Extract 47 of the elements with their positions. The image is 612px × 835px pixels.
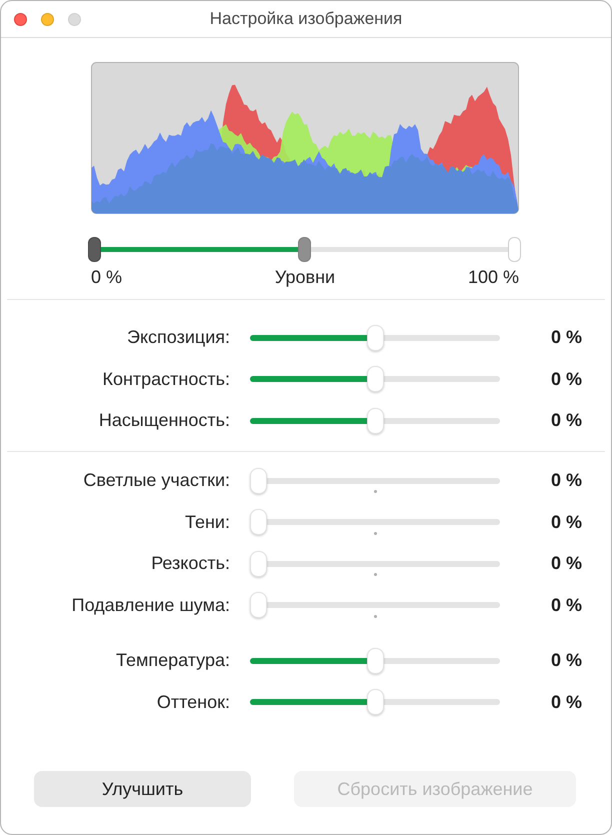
slider-label: Тени: <box>184 510 230 534</box>
slider-thumb[interactable] <box>250 468 267 494</box>
value-label: 0 % <box>550 368 582 391</box>
slider-label: Подавление шума: <box>70 594 230 617</box>
min-value-label: 0 % <box>91 267 122 287</box>
max-value-label: 100 % <box>468 267 519 287</box>
slider-label: Светлые участки: <box>82 469 230 492</box>
minimize-button[interactable] <box>41 12 54 26</box>
slider-label: Резкость: <box>150 552 230 576</box>
value-label: 0 % <box>550 326 582 350</box>
slider-thumb[interactable] <box>366 408 384 434</box>
window-title: Настройка изображения <box>210 8 402 30</box>
value-label: 0 % <box>550 649 582 672</box>
value-label: 0 % <box>550 469 582 492</box>
slider[interactable] <box>250 550 500 577</box>
slider-label: Насыщенность: <box>98 409 230 432</box>
slider-thumb[interactable] <box>250 592 267 618</box>
slider[interactable] <box>250 468 500 494</box>
value-label: 0 % <box>550 552 582 576</box>
slider[interactable] <box>250 366 500 392</box>
midpoint-handle[interactable] <box>298 237 311 262</box>
slider[interactable] <box>250 408 500 434</box>
slider-label: Оттенок: <box>156 690 230 714</box>
slider[interactable] <box>250 324 500 351</box>
value-label: 0 % <box>550 690 582 714</box>
levels-slider[interactable] <box>88 237 521 262</box>
levels-label: Уровни <box>274 267 336 287</box>
low-point-handle[interactable] <box>88 237 101 262</box>
slider-thumb[interactable] <box>366 689 384 716</box>
slider-thumb[interactable] <box>366 324 384 351</box>
slider-thumb[interactable] <box>250 550 267 577</box>
slider-thumb[interactable] <box>366 648 384 674</box>
slider[interactable] <box>250 689 500 716</box>
slider-thumb[interactable] <box>366 366 384 392</box>
slider-label: Температура: <box>114 649 230 672</box>
slider[interactable] <box>250 509 500 536</box>
high-point-handle[interactable] <box>508 237 521 262</box>
close-button[interactable] <box>14 12 27 26</box>
slider-thumb[interactable] <box>250 509 267 536</box>
slider[interactable] <box>250 648 500 674</box>
value-label: 0 % <box>550 510 582 534</box>
value-label: 0 % <box>550 409 582 432</box>
slider[interactable] <box>250 592 500 618</box>
value-label: 0 % <box>550 594 582 617</box>
slider-label: Контрастность: <box>101 368 230 391</box>
slider-label: Экспозиция: <box>126 326 230 350</box>
enhance-button[interactable]: Улучшить <box>34 771 251 807</box>
